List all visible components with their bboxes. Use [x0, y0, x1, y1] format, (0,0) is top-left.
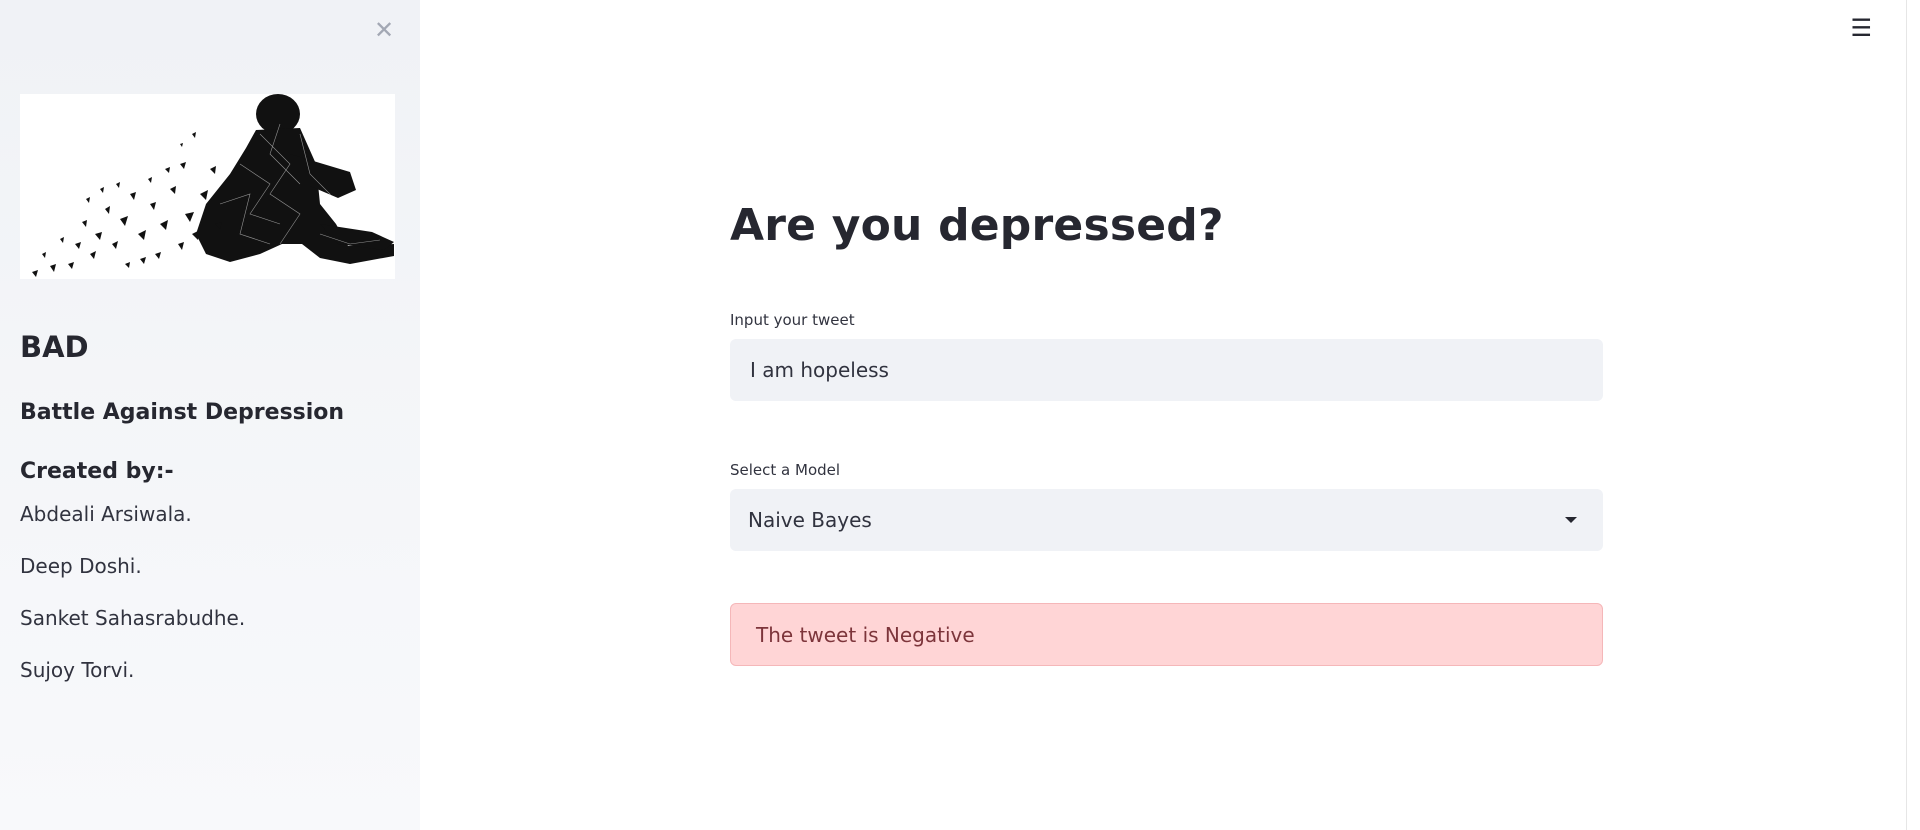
- dropdown-caret-icon: [1565, 517, 1577, 523]
- model-select-label: Select a Model: [730, 461, 841, 479]
- page-title: Are you depressed?: [730, 200, 1224, 251]
- author-item: Sanket Sahasrabudhe.: [20, 606, 246, 630]
- tweet-input-label: Input your tweet: [730, 311, 855, 329]
- created-by-heading: Created by:-: [20, 459, 174, 484]
- shattering-person-image: [20, 94, 395, 279]
- model-select-value: Naive Bayes: [748, 508, 872, 532]
- content-block: Are you depressed? Input your tweet Sele…: [730, 200, 1603, 666]
- close-icon[interactable]: ✕: [372, 14, 396, 46]
- app-root: ✕ BAD Battle Against Depression Created …: [0, 0, 1920, 830]
- main-content: ☰ Are you depressed? Input your tweet Se…: [420, 0, 1920, 830]
- hamburger-menu-icon[interactable]: ☰: [1850, 16, 1872, 40]
- author-item: Deep Doshi.: [20, 554, 142, 578]
- tweet-field-group: Input your tweet: [730, 311, 1603, 401]
- model-select[interactable]: Naive Bayes: [730, 489, 1603, 551]
- author-item: Abdeali Arsiwala.: [20, 502, 192, 526]
- result-text: The tweet is Negative: [756, 622, 975, 647]
- app-subtitle: Battle Against Depression: [20, 400, 345, 425]
- app-title: BAD: [20, 330, 89, 364]
- result-alert: The tweet is Negative: [730, 603, 1603, 666]
- model-field-group: Select a Model Naive Bayes: [730, 461, 1603, 551]
- sidebar: ✕ BAD Battle Against Depression Created …: [0, 0, 420, 830]
- authors-list: Abdeali Arsiwala. Deep Doshi. Sanket Sah…: [20, 501, 245, 709]
- scrollbar[interactable]: [1906, 0, 1920, 830]
- author-item: Sujoy Torvi.: [20, 658, 135, 682]
- tweet-input[interactable]: [730, 339, 1603, 401]
